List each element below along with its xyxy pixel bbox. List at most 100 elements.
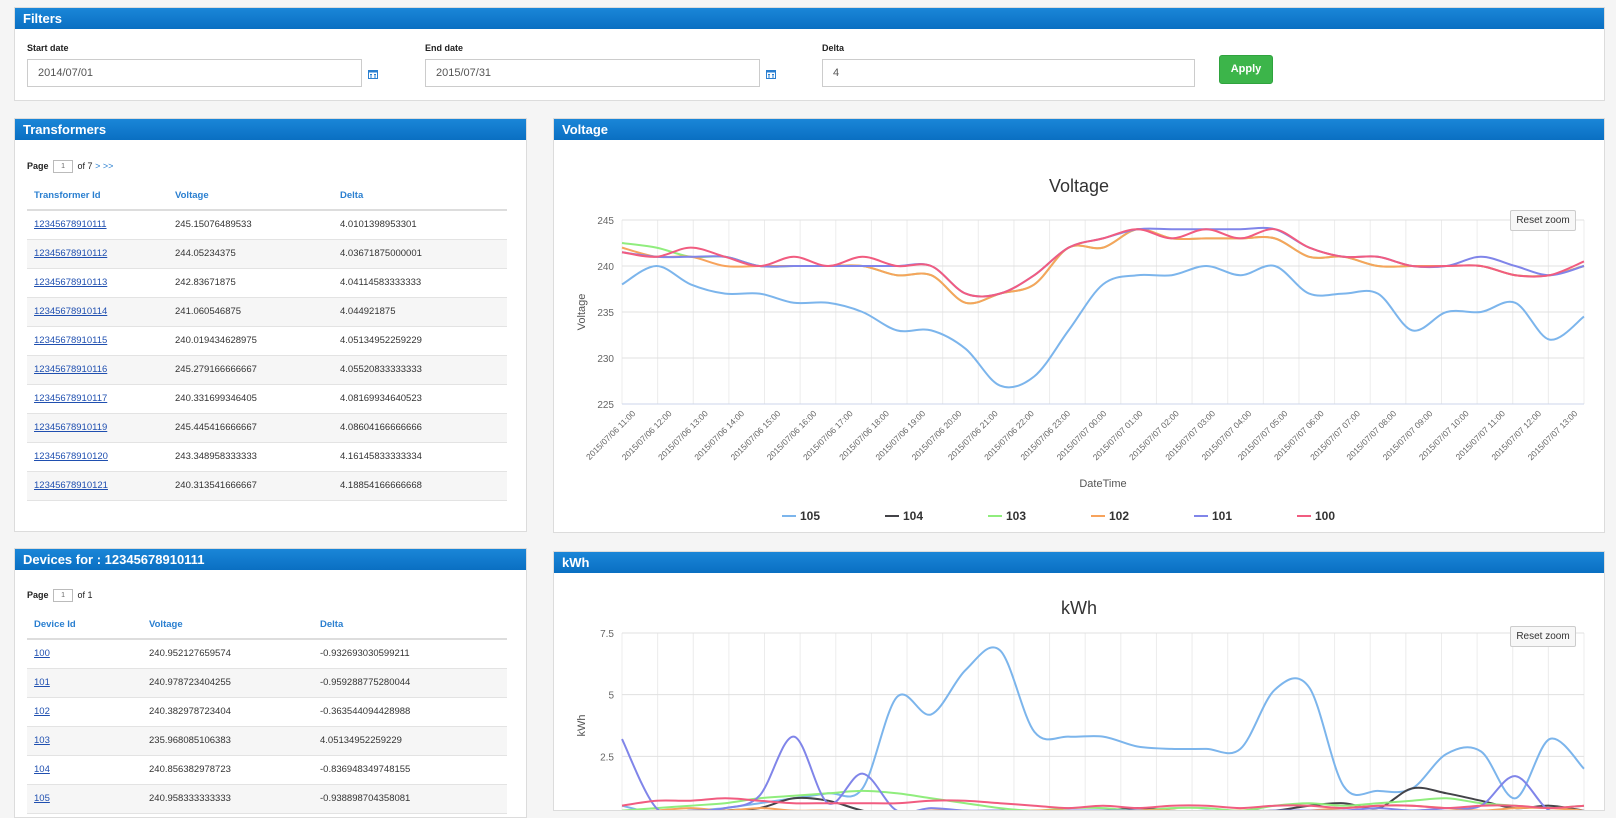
table-row[interactable]: 12345678910116 245.279166666667 4.05520833… bbox=[27, 355, 507, 385]
transformer-id-cell[interactable]: 12345678910119 bbox=[27, 413, 168, 443]
delta-input[interactable]: 4 bbox=[822, 59, 1195, 87]
voltage-cell: 241.060546875 bbox=[168, 297, 333, 327]
reset-zoom-button[interactable]: Reset zoom bbox=[1510, 210, 1576, 231]
device-id-link[interactable]: 104 bbox=[34, 764, 50, 775]
y-tick-label: 240 bbox=[597, 262, 614, 273]
page-label: Page bbox=[27, 589, 49, 600]
device-id-cell[interactable]: 100 bbox=[27, 639, 142, 669]
table-row[interactable]: 12345678910112 244.05234375 4.036718750000… bbox=[27, 239, 507, 269]
delta-cell: 4.08604166666666 bbox=[333, 413, 507, 443]
kwh-chart: kWh 2.5 5 7.5 kWh bbox=[576, 598, 1585, 810]
legend-label: 105 bbox=[800, 509, 820, 523]
column-header-transformer-id[interactable]: Transformer Id bbox=[27, 181, 168, 211]
column-header-delta[interactable]: Delta bbox=[333, 181, 507, 211]
y-tick-label: 225 bbox=[597, 400, 614, 411]
transformer-id-link[interactable]: 12345678910121 bbox=[34, 480, 108, 491]
table-row[interactable]: 100 240.952127659574 -0.932693030599211 bbox=[27, 639, 507, 669]
table-row[interactable]: 12345678910114 241.060546875 4.044921875 bbox=[27, 297, 507, 327]
series-line-100[interactable] bbox=[621, 228, 1585, 298]
legend-label: 101 bbox=[1212, 509, 1232, 523]
page-input[interactable]: 1 bbox=[53, 589, 74, 602]
table-row[interactable]: 12345678910121 240.313541666667 4.18854166… bbox=[27, 471, 507, 501]
legend-item-102[interactable]: 102 bbox=[1091, 509, 1129, 523]
transformer-id-cell[interactable]: 12345678910114 bbox=[27, 297, 168, 327]
voltage-cell: 245.15076489533 bbox=[168, 210, 333, 240]
table-row[interactable]: 12345678910113 242.83671875 4.041145833333… bbox=[27, 268, 507, 298]
device-id-cell[interactable]: 103 bbox=[27, 726, 142, 756]
apply-button[interactable]: Apply bbox=[1219, 55, 1273, 84]
delta-cell: 4.044921875 bbox=[333, 297, 507, 327]
transformer-id-link[interactable]: 12345678910111 bbox=[34, 219, 107, 230]
device-id-link[interactable]: 103 bbox=[34, 735, 50, 746]
transformer-id-link[interactable]: 12345678910113 bbox=[34, 277, 107, 288]
column-header-voltage[interactable]: Voltage bbox=[142, 610, 313, 640]
transformers-table: Transformer Id Voltage Delta 12345678910… bbox=[27, 181, 507, 501]
transformer-id-cell[interactable]: 12345678910115 bbox=[27, 326, 168, 356]
transformer-id-cell[interactable]: 12345678910111 bbox=[27, 210, 168, 240]
table-row[interactable]: 101 240.978723404255 -0.959288775280044 bbox=[27, 668, 507, 698]
legend-item-100[interactable]: 100 bbox=[1297, 509, 1335, 523]
table-row[interactable]: 12345678910120 243.348958333333 4.16145833… bbox=[27, 442, 507, 472]
transformer-id-cell[interactable]: 12345678910113 bbox=[27, 268, 168, 298]
table-row[interactable]: 103 235.968085106383 4.05134952259229 bbox=[27, 726, 507, 756]
transformers-title: Transformers bbox=[15, 119, 526, 140]
legend-label: 104 bbox=[903, 509, 923, 523]
table-row[interactable]: 12345678910111 245.15076489533 4.010139895… bbox=[27, 210, 507, 240]
devices-pager: Page 1 of 1 bbox=[27, 589, 93, 602]
device-id-link[interactable]: 102 bbox=[34, 706, 50, 717]
next-page-link[interactable]: > bbox=[95, 161, 100, 171]
page-input[interactable]: 1 bbox=[53, 160, 74, 173]
table-row[interactable]: 102 240.382978723404 -0.363544094428988 bbox=[27, 697, 507, 727]
transformer-id-cell[interactable]: 12345678910112 bbox=[27, 239, 168, 269]
transformer-id-cell[interactable]: 12345678910121 bbox=[27, 471, 168, 501]
end-date-input[interactable]: 2015/07/31 bbox=[425, 59, 760, 87]
table-row[interactable]: 12345678910117 240.331699346405 4.08169934… bbox=[27, 384, 507, 414]
voltage-panel-title: Voltage bbox=[554, 119, 1604, 140]
device-id-link[interactable]: 101 bbox=[34, 677, 50, 688]
delta-cell: 4.08169934640523 bbox=[333, 384, 507, 414]
series-line-105[interactable] bbox=[621, 264, 1585, 389]
y-tick-label: 245 bbox=[597, 216, 614, 227]
legend-item-103[interactable]: 103 bbox=[988, 509, 1026, 523]
transformer-id-link[interactable]: 12345678910119 bbox=[34, 422, 107, 433]
table-row[interactable]: 12345678910119 245.445416666667 4.08604166… bbox=[27, 413, 507, 443]
transformer-id-link[interactable]: 12345678910115 bbox=[34, 335, 107, 346]
device-id-link[interactable]: 105 bbox=[34, 793, 50, 804]
calendar-icon[interactable] bbox=[368, 69, 378, 79]
legend-item-105[interactable]: 105 bbox=[782, 509, 820, 523]
transformer-id-cell[interactable]: 12345678910117 bbox=[27, 384, 168, 414]
transformer-id-link[interactable]: 12345678910117 bbox=[34, 393, 107, 404]
table-row[interactable]: 104 240.856382978723 -0.836948349748155 bbox=[27, 755, 507, 785]
transformer-id-link[interactable]: 12345678910116 bbox=[34, 364, 107, 375]
column-header-voltage[interactable]: Voltage bbox=[168, 181, 333, 211]
transformer-id-cell[interactable]: 12345678910120 bbox=[27, 442, 168, 472]
delta-cell: -0.938898704358081 bbox=[313, 784, 507, 814]
device-id-cell[interactable]: 104 bbox=[27, 755, 142, 785]
column-header-delta[interactable]: Delta bbox=[313, 610, 507, 640]
transformer-id-cell[interactable]: 12345678910116 bbox=[27, 355, 168, 385]
voltage-cell: 240.019434628975 bbox=[168, 326, 333, 356]
device-id-cell[interactable]: 101 bbox=[27, 668, 142, 698]
legend-item-104[interactable]: 104 bbox=[885, 509, 923, 523]
device-id-cell[interactable]: 102 bbox=[27, 697, 142, 727]
delta-cell: 4.0101398953301 bbox=[333, 210, 507, 240]
devices-table: Device Id Voltage Delta 100 240.952127659… bbox=[27, 610, 507, 814]
start-date-input[interactable]: 2014/07/01 bbox=[27, 59, 362, 87]
transformer-id-link[interactable]: 12345678910114 bbox=[34, 306, 107, 317]
calendar-icon[interactable] bbox=[766, 69, 776, 79]
delta-cell: -0.363544094428988 bbox=[313, 697, 507, 727]
table-row[interactable]: 12345678910115 240.019434628975 4.05134952… bbox=[27, 326, 507, 356]
device-id-cell[interactable]: 105 bbox=[27, 784, 142, 814]
reset-zoom-button[interactable]: Reset zoom bbox=[1510, 626, 1576, 647]
column-header-device-id[interactable]: Device Id bbox=[27, 610, 142, 640]
table-row[interactable]: 105 240.958333333333 -0.938898704358081 bbox=[27, 784, 507, 814]
y-tick-label: 5 bbox=[608, 691, 614, 702]
transformer-id-link[interactable]: 12345678910120 bbox=[34, 451, 108, 462]
delta-cell: 4.16145833333334 bbox=[333, 442, 507, 472]
device-id-link[interactable]: 100 bbox=[34, 648, 50, 659]
last-page-link[interactable]: >> bbox=[103, 161, 114, 171]
delta-cell: 4.04114583333333 bbox=[333, 268, 507, 298]
legend-item-101[interactable]: 101 bbox=[1194, 509, 1232, 523]
delta-cell: -0.932693030599211 bbox=[313, 639, 507, 669]
transformer-id-link[interactable]: 12345678910112 bbox=[34, 248, 107, 259]
